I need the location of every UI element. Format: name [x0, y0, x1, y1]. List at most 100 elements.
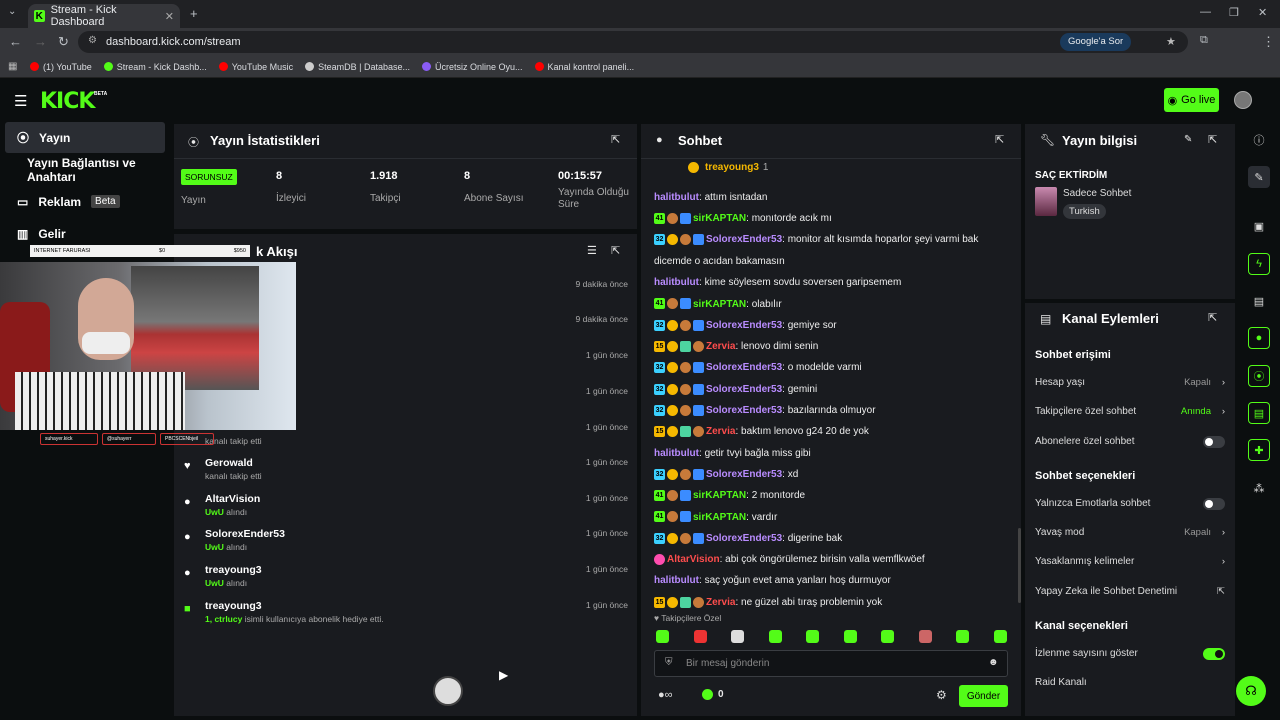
document-icon[interactable]: ▤	[1248, 290, 1270, 312]
chat-scrollbar[interactable]	[1018, 528, 1021, 603]
chat-username[interactable]: SolorexEnder53	[706, 533, 782, 544]
sidebar-item-yayin[interactable]: ⦿ Yayın	[5, 122, 165, 153]
tab-search-icon[interactable]: ⌄	[8, 6, 16, 17]
menu-icon[interactable]: ⋮	[1262, 34, 1275, 50]
popout-icon[interactable]: ⇱	[1208, 311, 1217, 324]
google-ask-button[interactable]: Google'a Sor	[1060, 33, 1132, 51]
bookmark-item[interactable]: Kanal kontrol paneli...	[534, 62, 634, 72]
wrench-icon[interactable]: ✚	[1248, 439, 1270, 461]
chat-input[interactable]: ⛨ Bir mesaj gönderin ☻	[654, 650, 1008, 677]
chat-username[interactable]: sirKAPTAN	[693, 512, 746, 523]
popout-icon[interactable]: ⇱	[1208, 133, 1217, 146]
emote-icon[interactable]	[693, 630, 707, 643]
chat-username[interactable]: halitbulut	[654, 575, 699, 586]
chat-username[interactable]: sirKAPTAN	[693, 213, 746, 224]
category-name[interactable]: Sadece Sohbet	[1063, 188, 1131, 199]
raid-row[interactable]: Raid Kanalı	[1035, 677, 1225, 691]
sidebar-item-ads[interactable]: ▭ Reklam Beta	[5, 186, 165, 217]
banned-words-row[interactable]: Yasaklanmış kelimeler ›	[1035, 556, 1225, 570]
chat-username[interactable]: SolorexEnder53	[706, 469, 782, 480]
feed-username[interactable]: treayoung3	[205, 600, 262, 612]
pinned-gifter[interactable]: treayoung3 1	[688, 162, 768, 173]
chat-username[interactable]: SolorexEnder53	[706, 320, 782, 331]
new-tab-icon[interactable]: +	[190, 6, 198, 21]
popout-icon[interactable]: ⇱	[995, 133, 1004, 146]
hamburger-menu-icon[interactable]: ☰	[14, 92, 27, 110]
chat-username[interactable]: halitbulut	[654, 192, 699, 203]
emote-icon[interactable]	[918, 630, 932, 643]
bookmark-item[interactable]: YouTube Music	[218, 62, 293, 72]
forward-icon[interactable]: →	[34, 34, 47, 49]
bookmark-item[interactable]: (1) YouTube	[30, 62, 92, 72]
chat-username[interactable]: SolorexEnder53	[706, 384, 782, 395]
reload-icon[interactable]: ↻	[58, 34, 69, 50]
chat-username[interactable]: sirKAPTAN	[693, 299, 746, 310]
close-tab-icon[interactable]: ✕	[165, 10, 174, 23]
feed-username[interactable]: treayoung3	[205, 564, 262, 576]
browser-tab[interactable]: K Stream - Kick Dashboard ✕	[28, 4, 180, 28]
emote-icon[interactable]	[768, 630, 782, 643]
activity-icon[interactable]: ⁂	[1248, 477, 1270, 499]
user-avatar[interactable]	[1234, 91, 1252, 109]
points-icon[interactable]: ●∞	[658, 689, 673, 701]
chat-username[interactable]: sirKAPTAN	[693, 490, 746, 501]
bookmark-item[interactable]: SteamDB | Database...	[305, 62, 410, 72]
info-icon[interactable]: ⓘ	[1248, 129, 1270, 151]
chat-username[interactable]: Zervia	[706, 597, 735, 608]
emote-only-toggle[interactable]	[1203, 498, 1225, 510]
bookmark-item[interactable]: Ücretsiz Online Oyu...	[422, 62, 523, 72]
send-button[interactable]: Gönder	[959, 685, 1008, 707]
emote-icon[interactable]	[806, 630, 819, 643]
chat-username[interactable]: SolorexEnder53	[706, 234, 782, 245]
feed-username[interactable]: Gerowald	[205, 457, 253, 469]
apps-icon[interactable]: ▦	[8, 61, 17, 72]
feed-username[interactable]: SolorexEnder53	[205, 528, 285, 540]
chat-username[interactable]: Zervia	[706, 426, 735, 437]
emoji-icon[interactable]: ☻	[988, 657, 999, 668]
subs-chat-toggle[interactable]	[1203, 436, 1225, 448]
actions-icon[interactable]: ▤	[1248, 402, 1270, 424]
chat-username[interactable]: SolorexEnder53	[706, 405, 782, 416]
edit-icon[interactable]: ✎	[1248, 166, 1270, 188]
emote-icon[interactable]	[956, 630, 969, 643]
go-live-button[interactable]: ◉ Go live	[1164, 88, 1219, 112]
url-input[interactable]: ⚙ dashboard.kick.com/stream Google'a Sor…	[78, 31, 1188, 53]
emote-icon[interactable]	[843, 630, 857, 643]
back-icon[interactable]: ←	[9, 34, 22, 49]
bookmark-item[interactable]: Stream - Kick Dashb...	[103, 62, 207, 72]
emote-icon[interactable]	[731, 630, 744, 643]
account-age-row[interactable]: Hesap yaşı Kapalı ›	[1035, 377, 1225, 391]
chat-username[interactable]: halitbulut	[654, 448, 699, 459]
emote-icon[interactable]	[656, 630, 669, 643]
chat-settings-icon[interactable]: ⚙	[936, 688, 947, 702]
show-viewers-toggle[interactable]	[1203, 648, 1225, 660]
emote-icon[interactable]	[993, 630, 1007, 643]
feed-username[interactable]: AltarVision	[205, 493, 260, 505]
minimize-icon[interactable]: —	[1200, 6, 1211, 18]
extensions-icon[interactable]: ⧉	[1200, 34, 1208, 47]
lightning-icon[interactable]: ϟ	[1248, 253, 1270, 275]
chat-username[interactable]: AltarVision	[667, 554, 720, 565]
filter-icon[interactable]: ☰	[587, 244, 597, 257]
close-window-icon[interactable]: ✕	[1258, 6, 1267, 19]
followers-chat-row[interactable]: Takipçilere özel sohbet Anında ›	[1035, 406, 1225, 420]
support-icon[interactable]: ☊	[1236, 676, 1266, 706]
popout-icon[interactable]: ⇱	[611, 244, 620, 257]
broadcast-icon[interactable]: ⦿	[1248, 365, 1270, 387]
social-discord: PBCSCENbjeil	[160, 433, 214, 445]
sidebar-item-stream-key[interactable]: Yayın Bağlantısı ve Anahtarı	[5, 154, 165, 185]
site-info-icon[interactable]: ⚙	[88, 35, 97, 46]
chat-username[interactable]: SolorexEnder53	[706, 362, 782, 373]
emote-icon[interactable]	[881, 630, 894, 643]
chat-username[interactable]: halitbulut	[654, 277, 699, 288]
popout-icon[interactable]: ⇱	[611, 133, 620, 146]
star-icon[interactable]: ★	[1166, 35, 1176, 48]
chat-username[interactable]: Zervia	[706, 341, 735, 352]
kick-logo[interactable]: KICK	[40, 89, 95, 114]
ai-moderation-row[interactable]: Yapay Zeka ile Sohbet Denetimi ⇱	[1035, 586, 1225, 600]
screen-icon[interactable]: ▣	[1248, 215, 1270, 237]
edit-icon[interactable]: ✎	[1184, 134, 1192, 145]
maximize-icon[interactable]: ❐	[1229, 6, 1239, 19]
slow-mode-row[interactable]: Yavaş mod Kapalı ›	[1035, 527, 1225, 541]
chat-icon[interactable]: ●	[1248, 327, 1270, 349]
